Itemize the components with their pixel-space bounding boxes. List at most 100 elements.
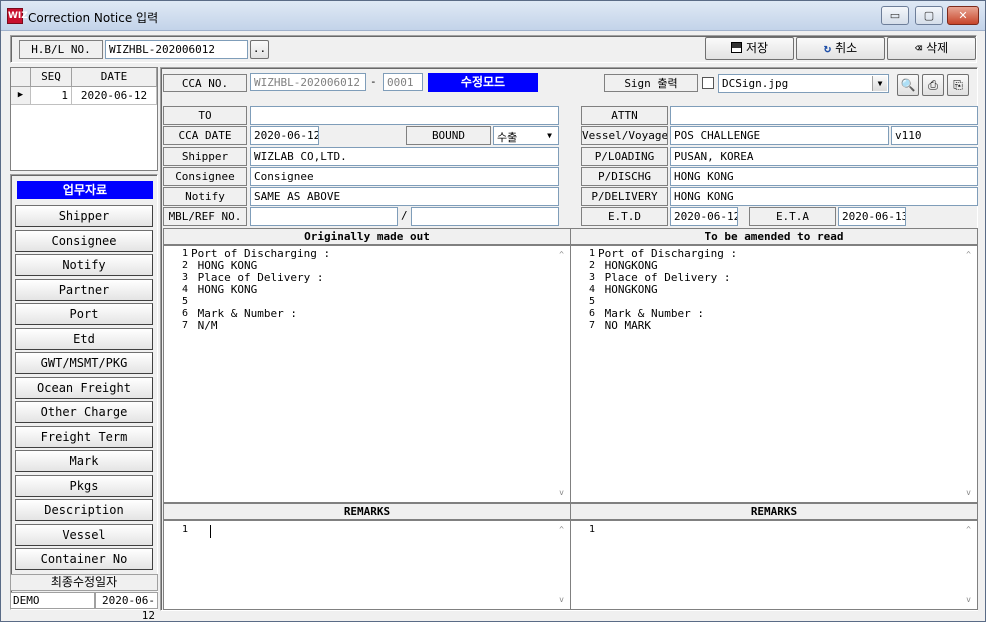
mbl-ref-input-2[interactable]: [411, 207, 559, 226]
hbl-no-input[interactable]: WIZHBL-202006012: [105, 40, 248, 59]
eta-input[interactable]: 2020-06-13: [838, 207, 906, 226]
remarks-left-memo[interactable]: 1 ^ v: [163, 520, 571, 610]
consignee-input[interactable]: Consignee: [250, 167, 559, 186]
sidebar-item-port[interactable]: Port: [15, 303, 153, 325]
etd-input[interactable]: 2020-06-12: [670, 207, 738, 226]
scroll-up-icon[interactable]: ^: [963, 250, 974, 260]
line-number: 4: [588, 284, 595, 295]
history-row-date[interactable]: 2020-06-12: [72, 87, 157, 105]
scroll-down-icon[interactable]: v: [556, 488, 567, 498]
scroll-down-icon[interactable]: v: [963, 488, 974, 498]
cancel-button[interactable]: ↻ 취소: [796, 37, 885, 60]
mbl-ref-input-1[interactable]: [250, 207, 398, 226]
chevron-down-icon[interactable]: ▼: [542, 128, 557, 143]
p-dischg-label: P/DISCHG: [581, 167, 668, 186]
sidebar-item-etd[interactable]: Etd: [15, 327, 153, 350]
original-memo[interactable]: 1234567 Port of Discharging : HONG KONG …: [163, 245, 571, 503]
scroll-up-icon[interactable]: ^: [556, 250, 567, 260]
cca-seq-input: 0001: [383, 73, 423, 91]
sidebar-section-label: 업무자료: [17, 181, 153, 199]
remarks-left-scrollbar[interactable]: ^ v: [553, 521, 570, 609]
vessel-input[interactable]: POS CHALLENGE: [670, 126, 889, 145]
history-grid: SEQ DATE ▶ 1 2020-06-12: [10, 67, 158, 171]
floppy-icon: [730, 42, 742, 53]
chevron-down-icon[interactable]: ▼: [872, 76, 887, 91]
save-button[interactable]: 저장: [705, 37, 794, 60]
amended-scrollbar[interactable]: ^ v: [960, 246, 977, 502]
cca-no-label: CCA NO.: [163, 74, 247, 92]
remarks-right-scrollbar[interactable]: ^ v: [960, 521, 977, 609]
original-scrollbar[interactable]: ^ v: [553, 246, 570, 502]
sidebar-item-mark[interactable]: Mark: [15, 450, 153, 472]
history-row-seq[interactable]: 1: [31, 87, 72, 105]
line-number: 7: [588, 320, 595, 331]
line-number: 5: [588, 296, 595, 307]
original-text[interactable]: Port of Discharging : HONG KONG Place of…: [191, 248, 330, 332]
amended-text[interactable]: Port of Discharging : HONGKONG Place of …: [598, 248, 737, 332]
delete-button[interactable]: ⌫ 삭제: [887, 37, 976, 60]
scroll-up-icon[interactable]: ^: [963, 525, 974, 535]
scroll-down-icon[interactable]: v: [963, 595, 974, 605]
sign-print-checkbox[interactable]: [702, 77, 714, 89]
remarks-right-memo[interactable]: 1 ^ v: [570, 520, 978, 610]
scroll-up-icon[interactable]: ^: [556, 525, 567, 535]
line-number: 2: [588, 260, 595, 271]
sidebar-item-gwt-msmt-pkg[interactable]: GWT/MSMT/PKG: [15, 352, 153, 374]
restore-button[interactable]: ▢: [915, 6, 943, 25]
sidebar-item-consignee[interactable]: Consignee: [15, 229, 153, 252]
hbl-browse-button[interactable]: ..: [250, 40, 269, 59]
sidebar-item-container-no[interactable]: Container No: [15, 548, 153, 570]
sidebar-item-ocean-freight[interactable]: Ocean Freight: [15, 376, 153, 399]
row-pointer-icon: ▶: [11, 87, 31, 105]
attn-input[interactable]: [670, 106, 978, 125]
cca-dash: -: [370, 75, 377, 88]
app-icon: WIZ: [7, 8, 28, 24]
sidebar-item-freight-term[interactable]: Freight Term: [15, 425, 153, 448]
memo-line: N/M: [191, 319, 218, 332]
p-delivery-input[interactable]: HONG KONG: [670, 187, 978, 206]
line-number: 7: [181, 320, 188, 331]
eraser-icon: ⌫: [914, 41, 923, 55]
remarks-left-line-number: 1: [181, 524, 188, 535]
minimize-button[interactable]: ▭: [881, 6, 909, 25]
sidebar-item-pkgs[interactable]: Pkgs: [15, 474, 153, 497]
sign-file-combo[interactable]: DCSign.jpg ▼: [718, 74, 889, 93]
delete-label: 삭제: [926, 41, 949, 55]
notify-input[interactable]: SAME AS ABOVE: [250, 187, 559, 206]
p-dischg-input[interactable]: HONG KONG: [670, 167, 978, 186]
etd-label: E.T.D: [581, 207, 668, 226]
last-modified-label: 최종수정일자: [10, 574, 158, 591]
last-modified-date: 2020-06-12: [95, 592, 158, 622]
print-button[interactable]: ⎙: [922, 74, 944, 96]
grid-corner: [11, 68, 31, 87]
line-number: 1: [181, 248, 188, 259]
sidebar-item-partner[interactable]: Partner: [15, 278, 153, 301]
cca-no-input: WIZHBL-202006012: [250, 73, 366, 91]
p-loading-input[interactable]: PUSAN, KOREA: [670, 147, 978, 166]
bound-label: BOUND: [406, 126, 491, 145]
sidebar-item-vessel[interactable]: Vessel: [15, 523, 153, 546]
line-number: 1: [588, 248, 595, 259]
voyage-input[interactable]: v110: [891, 126, 978, 145]
print-all-button[interactable]: ⎘: [947, 74, 969, 96]
bound-combo[interactable]: 수출 ▼: [493, 126, 559, 145]
close-button[interactable]: ✕: [947, 6, 979, 25]
sidebar-item-notify[interactable]: Notify: [15, 254, 153, 276]
attn-label: ATTN: [581, 106, 668, 125]
notify-label: Notify: [163, 187, 247, 206]
vessel-voyage-label: Vessel/Voyage: [581, 126, 668, 145]
mode-badge: 수정모드: [428, 73, 538, 92]
preview-button[interactable]: 🔍: [897, 74, 919, 96]
amended-memo[interactable]: 1234567 Port of Discharging : HONGKONG P…: [570, 245, 978, 503]
printer-icon: ⎙: [928, 78, 938, 92]
cca-date-input[interactable]: 2020-06-12: [250, 126, 319, 145]
scroll-down-icon[interactable]: v: [556, 595, 567, 605]
sidebar-item-shipper[interactable]: Shipper: [15, 205, 153, 227]
line-number: 6: [588, 308, 595, 319]
to-input[interactable]: [250, 106, 559, 125]
sidebar-item-description[interactable]: Description: [15, 499, 153, 521]
window-title: Correction Notice 입력: [28, 11, 159, 25]
sidebar-item-other-charge[interactable]: Other Charge: [15, 401, 153, 423]
shipper-input[interactable]: WIZLAB CO,LTD.: [250, 147, 559, 166]
amended-line-numbers: 1234567: [573, 248, 595, 332]
